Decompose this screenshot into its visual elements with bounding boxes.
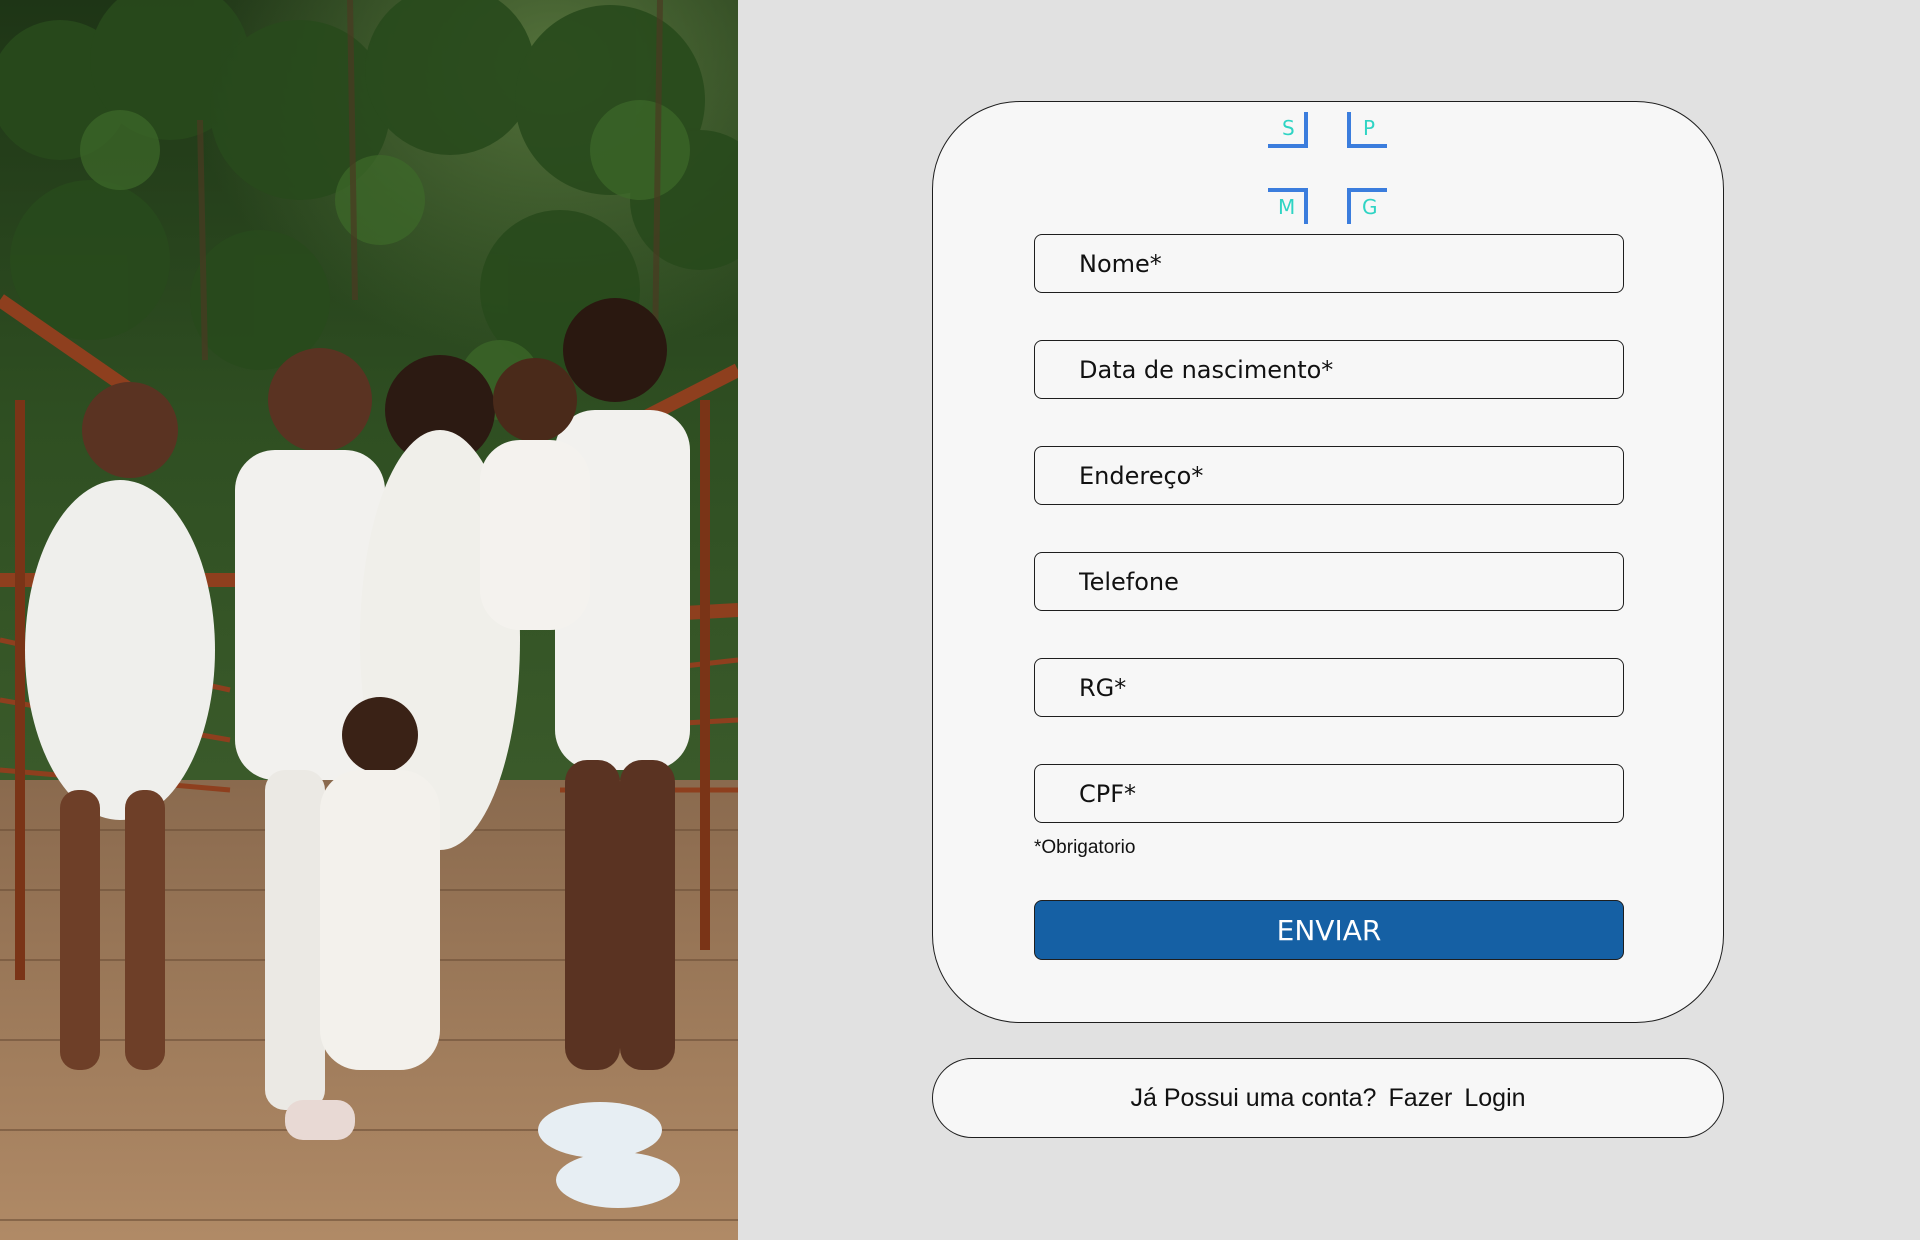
rg-input[interactable] xyxy=(1034,658,1624,717)
logo-letter-g: G xyxy=(1362,195,1378,219)
logo-letter-m: M xyxy=(1278,195,1296,219)
family-photo xyxy=(0,0,738,1240)
login-link-login[interactable]: Login xyxy=(1464,1084,1525,1113)
login-question: Já Possui uma conta? xyxy=(1130,1083,1377,1112)
birthdate-input[interactable] xyxy=(1034,340,1624,399)
address-input[interactable] xyxy=(1034,446,1624,505)
spmg-logo: S P M G xyxy=(1265,110,1393,230)
logo-letter-s: S xyxy=(1282,116,1295,140)
login-bar: Já Possui uma conta? Fazer Login xyxy=(932,1058,1724,1138)
required-note: *Obrigatorio xyxy=(1034,837,1136,858)
cpf-input[interactable] xyxy=(1034,764,1624,823)
submit-button[interactable]: ENVIAR xyxy=(1034,900,1624,960)
login-link-fazer[interactable]: Fazer xyxy=(1388,1084,1452,1113)
logo-letter-p: P xyxy=(1363,116,1376,140)
phone-input[interactable] xyxy=(1034,552,1624,611)
nome-input[interactable] xyxy=(1034,234,1624,293)
